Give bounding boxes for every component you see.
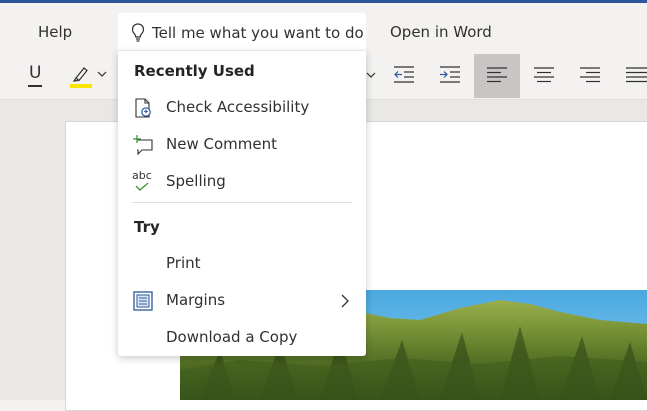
underline-button[interactable]: U <box>26 63 46 89</box>
chevron-down-icon[interactable] <box>366 72 376 78</box>
underline-icon: U <box>29 63 42 83</box>
tell-me-dropdown: Recently Used Check Accessibility New Co… <box>118 51 366 356</box>
increase-indent-icon[interactable] <box>438 65 462 85</box>
lightbulb-icon <box>131 23 145 42</box>
download-copy-label: Download a Copy <box>166 328 298 346</box>
spelling-label: Spelling <box>166 172 226 190</box>
menu-open-in-word[interactable]: Open in Word <box>390 23 492 41</box>
new-comment-item[interactable]: New Comment <box>118 127 366 163</box>
check-accessibility-item[interactable]: Check Accessibility <box>118 90 366 126</box>
decrease-indent-icon[interactable] <box>392 65 416 85</box>
chevron-down-icon <box>97 71 107 77</box>
accessibility-icon <box>135 98 151 118</box>
spelling-item[interactable]: abc Spelling <box>118 164 366 200</box>
margins-item[interactable]: Margins <box>118 283 366 319</box>
spelling-icon: abc <box>132 169 154 193</box>
align-left-icon <box>487 67 507 83</box>
margins-icon <box>133 291 153 311</box>
comment-add-icon <box>133 135 153 156</box>
highlight-button[interactable] <box>68 62 112 90</box>
print-item[interactable]: Print <box>118 246 366 282</box>
highlighter-icon <box>72 67 88 82</box>
spelling-icon-text: abc <box>132 169 152 182</box>
align-right-icon[interactable] <box>578 66 602 86</box>
print-label: Print <box>166 254 201 272</box>
tell-me-search[interactable]: Tell me what you want to do <box>118 13 366 51</box>
align-left-button[interactable] <box>474 54 520 98</box>
margins-label: Margins <box>166 291 226 309</box>
section-divider <box>132 202 352 203</box>
menu-help[interactable]: Help <box>38 23 72 41</box>
download-copy-item[interactable]: Download a Copy <box>118 320 366 356</box>
recently-used-heading: Recently Used <box>134 62 255 80</box>
try-heading: Try <box>134 218 160 236</box>
align-center-icon[interactable] <box>532 66 556 86</box>
highlight-color-swatch <box>70 84 92 88</box>
tell-me-placeholder: Tell me what you want to do <box>152 24 364 42</box>
justify-icon[interactable] <box>624 66 647 86</box>
chevron-right-icon <box>341 294 349 308</box>
new-comment-label: New Comment <box>166 135 277 153</box>
check-accessibility-label: Check Accessibility <box>166 98 310 116</box>
